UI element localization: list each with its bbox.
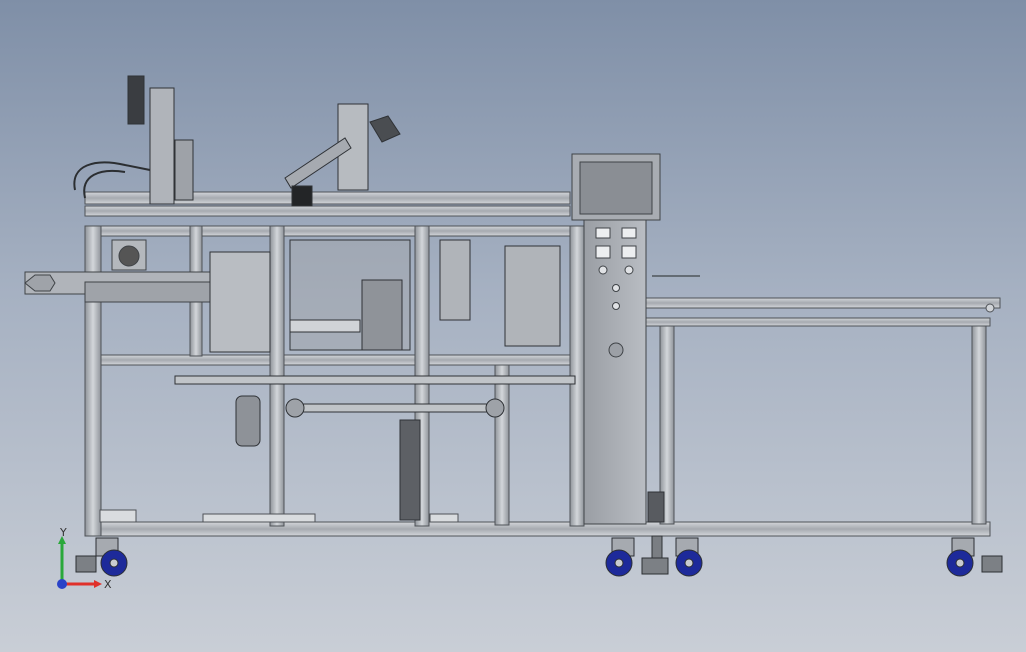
foot-right — [981, 555, 1003, 573]
x-axis-arrow — [94, 580, 102, 588]
caster-right — [946, 537, 975, 577]
tilt-module — [284, 103, 401, 207]
caster-middle-left — [605, 537, 635, 577]
y-axis-label: Y — [59, 528, 67, 539]
coordinate-triad: Y X — [57, 528, 112, 591]
upper-mast — [127, 75, 194, 205]
z-axis-dot — [57, 579, 67, 589]
casters — [75, 537, 1003, 577]
control-cabinet — [571, 153, 661, 525]
machine-frame — [84, 191, 1001, 537]
caster-middle-right — [675, 537, 703, 577]
foot-middle — [641, 557, 669, 575]
x-axis-label: X — [104, 578, 112, 591]
drive-shafts — [174, 375, 576, 447]
cad-viewport[interactable] — [0, 0, 1026, 652]
